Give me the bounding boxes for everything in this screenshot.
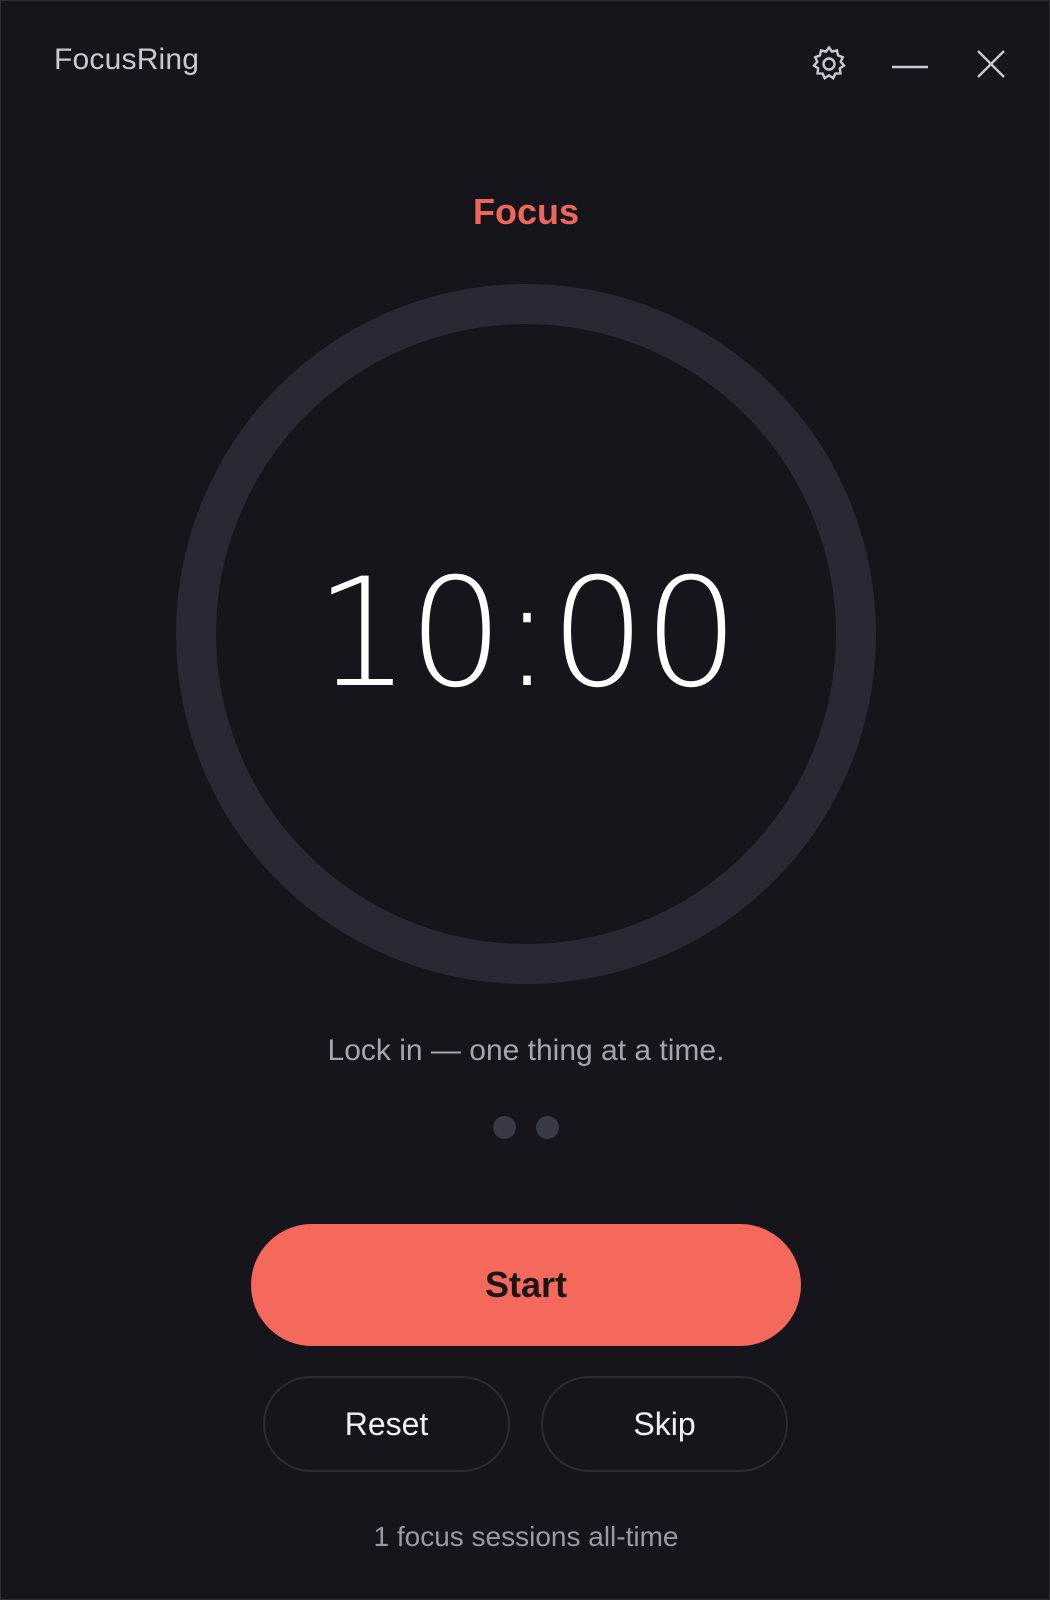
session-dot — [493, 1116, 516, 1139]
settings-button[interactable] — [806, 41, 852, 87]
skip-button[interactable]: Skip — [541, 1376, 788, 1472]
tagline: Lock in — one thing at a time. — [327, 1034, 725, 1067]
minimize-button[interactable] — [887, 41, 933, 87]
gear-icon — [808, 43, 850, 85]
app-title: FocusRing — [54, 43, 200, 76]
sessions-count: 1 focus sessions all-time — [373, 1521, 679, 1552]
mode-label: Focus — [472, 191, 579, 232]
app-window: FocusRing Focus 10:00 Lock in — one thin… — [0, 0, 1050, 1600]
reset-button[interactable]: Reset — [263, 1376, 510, 1472]
minimize-icon — [889, 43, 931, 85]
close-icon — [970, 43, 1012, 85]
close-button[interactable] — [968, 41, 1014, 87]
start-button[interactable]: Start — [251, 1224, 801, 1346]
timer-display: 10:00 — [314, 547, 739, 721]
session-dots — [1, 1116, 1050, 1139]
session-dot — [536, 1116, 559, 1139]
